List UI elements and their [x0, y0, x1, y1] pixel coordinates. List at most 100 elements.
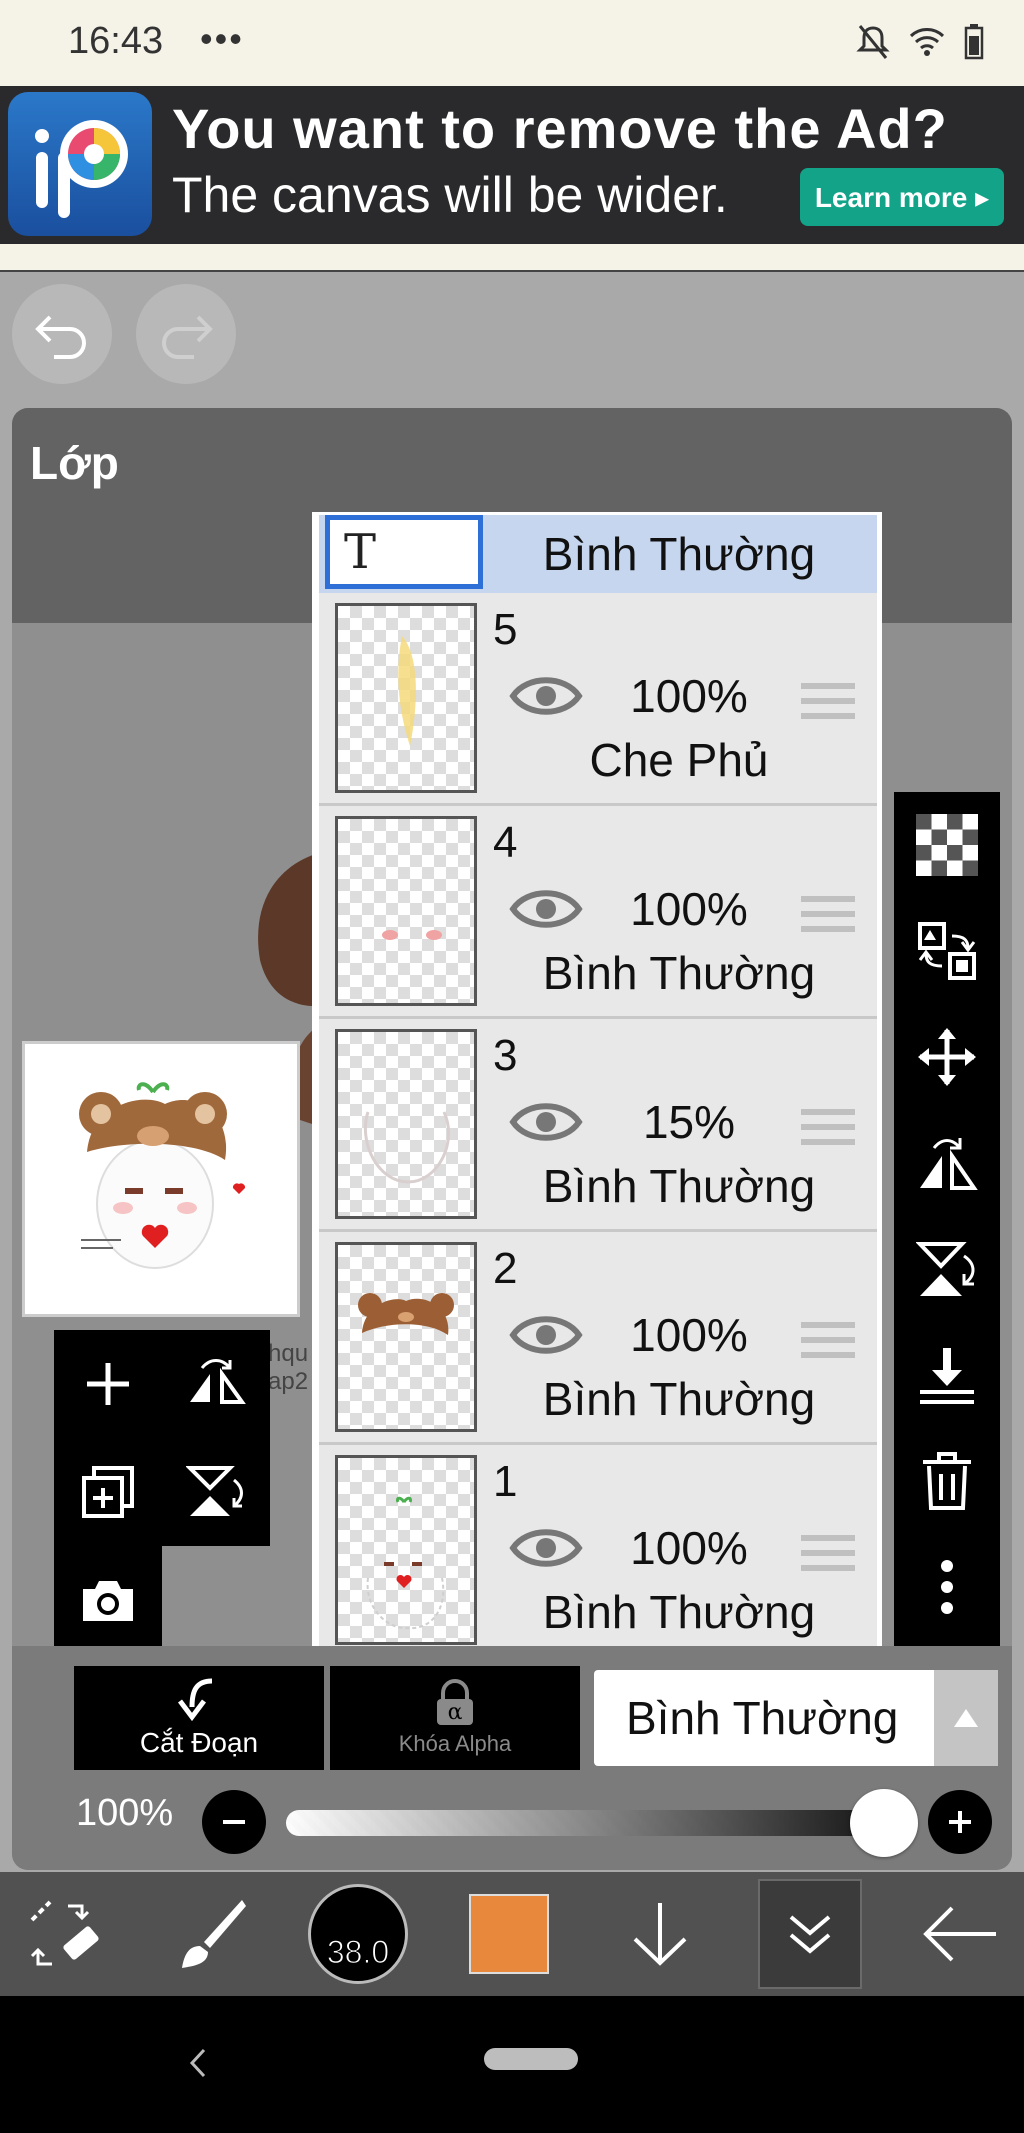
back-button[interactable] [906, 1872, 1014, 1996]
tool-switch-button[interactable] [10, 1872, 118, 1996]
move-icon [918, 1028, 976, 1086]
arrow-down-icon [633, 1903, 687, 1966]
color-swatch [469, 1894, 549, 1974]
layer-opacity: 100% [630, 1309, 748, 1361]
brush-size-value: 38.0 [326, 1934, 390, 1971]
status-dots: ••• [200, 18, 244, 59]
layer-thumbnail [335, 1455, 477, 1645]
layer-row[interactable]: 2 100% Bình Thường [319, 1232, 877, 1445]
flip-horizontal-tool-button[interactable] [894, 1110, 1000, 1216]
swap-icon [918, 922, 976, 980]
redo-button[interactable] [136, 284, 236, 384]
arrow-left-icon [923, 1906, 996, 1962]
layer-number: 2 [493, 1244, 518, 1293]
battery-icon [964, 24, 984, 60]
layer-row[interactable]: 5 100% Che Phủ [319, 593, 877, 806]
canvas-text-fragment: hqu ap2 [268, 1340, 309, 1395]
delete-layer-button[interactable] [894, 1428, 1000, 1534]
opacity-slider-thumb[interactable] [850, 1789, 918, 1857]
drag-handle[interactable] [801, 683, 855, 728]
nav-home-pill[interactable] [484, 2048, 578, 2070]
mute-icon [856, 25, 890, 59]
eye-icon[interactable] [509, 1310, 583, 1360]
undo-button[interactable] [12, 284, 112, 384]
flip-horizontal-button[interactable] [162, 1330, 270, 1438]
flip-horizontal-icon [190, 1359, 246, 1404]
flip-vertical-tool-button[interactable] [894, 1216, 1000, 1322]
layer-row[interactable]: 4 100% Bình Thường [319, 806, 877, 1019]
wifi-icon [909, 28, 945, 56]
flip-vertical-icon [186, 1466, 243, 1516]
add-layer-button[interactable] [54, 1330, 162, 1438]
move-button[interactable] [894, 1004, 1000, 1110]
transparency-button[interactable] [894, 792, 1000, 898]
ad-divider [0, 244, 1024, 272]
layer-mode: Bình Thường [542, 1586, 816, 1638]
minus-icon [223, 1820, 245, 1824]
status-bar: 16:43 ••• [0, 0, 1024, 86]
learn-more-button[interactable]: Learn more ▸ [800, 168, 1004, 226]
layer-panel-title: Lớp [30, 437, 119, 489]
clipping-arrow-icon [178, 1678, 213, 1722]
flip-horizontal-icon [920, 1138, 978, 1190]
drag-handle[interactable] [801, 896, 855, 941]
brush-size-button[interactable]: 38.0 [306, 1872, 410, 1996]
opacity-value: 100% [76, 1792, 174, 1834]
merge-down-button[interactable] [894, 1322, 1000, 1428]
alpha-lock-button[interactable]: α Khóa Alpha [330, 1666, 580, 1770]
clipping-button[interactable]: Cắt Đoạn [74, 1666, 324, 1770]
plus-icon [949, 1811, 971, 1833]
blend-mode-select[interactable]: Bình Thường [594, 1670, 934, 1766]
drag-handle[interactable] [801, 1109, 855, 1154]
status-time: 16:43 [68, 20, 164, 62]
layer-number: 5 [493, 605, 518, 654]
eye-icon[interactable] [509, 1097, 583, 1147]
opacity-slider[interactable] [286, 1810, 884, 1836]
drag-handle[interactable] [801, 1535, 855, 1580]
alpha-lock-label: Khóa Alpha [398, 1731, 512, 1756]
brush-size-indicator: 38.0 [308, 1884, 408, 1984]
svg-text:α: α [448, 1700, 463, 1725]
flip-vertical-button[interactable] [162, 1438, 270, 1546]
layer-list[interactable]: T Bình Thường 5 100% Che Phủ 4 100% Bình… [312, 512, 882, 1654]
layer-mode: Bình Thường [542, 528, 816, 580]
canvas-preview[interactable] [22, 1041, 300, 1317]
layer-mode: Bình Thường [542, 1373, 816, 1425]
clipping-label: Cắt Đoạn [139, 1727, 259, 1758]
layer-down-button[interactable] [610, 1872, 710, 1996]
eye-icon[interactable] [509, 671, 583, 721]
eye-icon[interactable] [509, 1523, 583, 1573]
drag-handle[interactable] [801, 1322, 855, 1367]
layer-panel-toggle[interactable] [758, 1872, 862, 1996]
more-vertical-icon [941, 1560, 953, 1614]
eye-icon[interactable] [509, 884, 583, 934]
nav-back-icon[interactable] [188, 2046, 208, 2080]
layer-row[interactable]: 1 100% Bình Thường [319, 1445, 877, 1651]
color-button[interactable] [462, 1872, 556, 1996]
bottom-toolbar: 38.0 [0, 1872, 1024, 1996]
ibispaint-logo [8, 92, 152, 236]
opacity-decrease-button[interactable] [202, 1790, 266, 1854]
layer-opacity: 15% [642, 1096, 736, 1148]
merge-down-icon [920, 1348, 974, 1404]
more-options-button[interactable] [894, 1534, 1000, 1640]
camera-button[interactable] [54, 1546, 162, 1654]
system-nav-bar [0, 1996, 1024, 2133]
layer-row-text[interactable]: T Bình Thường [319, 515, 877, 593]
brush-tool-button[interactable] [160, 1872, 260, 1996]
layer-panel-toggle-bg [758, 1879, 862, 1989]
ad-banner[interactable]: You want to remove the Ad? The canvas wi… [0, 86, 1024, 244]
redo-icon [162, 315, 213, 359]
brush-icon [182, 1900, 246, 1968]
layer-mode: Bình Thường [542, 947, 816, 999]
transform-eraser-icon [30, 1900, 99, 1966]
ad-subline: The canvas will be wider. [172, 167, 728, 223]
opacity-increase-button[interactable] [928, 1790, 992, 1854]
duplicate-layer-button[interactable] [54, 1438, 162, 1546]
layer-thumbnail [335, 816, 477, 1006]
layer-mode: Che Phủ [589, 734, 769, 786]
layer-row[interactable]: 3 15% Bình Thường [319, 1019, 877, 1232]
blend-mode-dropdown[interactable] [934, 1670, 998, 1766]
layer-thumbnail [335, 1242, 477, 1432]
swap-layer-button[interactable] [894, 898, 1000, 1004]
